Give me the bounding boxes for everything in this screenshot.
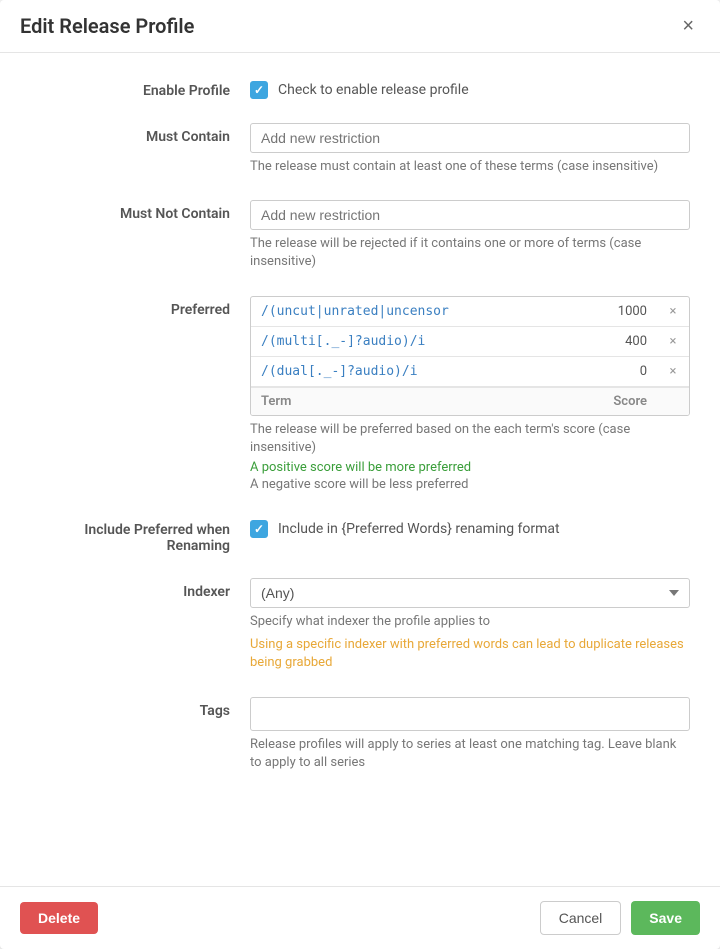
include-preferred-hint: Include in {Preferred Words} renaming fo… <box>278 521 560 537</box>
preferred-row-2: /(multi[._-]?audio)/i 400 × <box>251 327 689 357</box>
tags-control: Release profiles will apply to series at… <box>250 697 690 772</box>
include-preferred-control: Include in {Preferred Words} renaming fo… <box>250 516 690 538</box>
must-contain-hint: The release must contain at least one of… <box>250 158 690 176</box>
preferred-row-3: /(dual[._-]?audio)/i 0 × <box>251 357 689 387</box>
edit-release-profile-modal: Edit Release Profile × Enable Profile Ch… <box>0 0 720 949</box>
preferred-score-1: 1000 <box>577 297 657 326</box>
preferred-table: /(uncut|unrated|uncensor 1000 × /(multi[… <box>250 296 690 416</box>
tags-label: Tags <box>30 697 250 719</box>
preferred-hint-main: The release will be preferred based on t… <box>250 421 690 457</box>
preferred-score-2: 400 <box>577 327 657 356</box>
preferred-label: Preferred <box>30 296 250 318</box>
include-preferred-row: Include Preferred when Renaming Include … <box>30 516 690 554</box>
enable-profile-row: Enable Profile Check to enable release p… <box>30 77 690 99</box>
preferred-delete-1[interactable]: × <box>657 297 689 326</box>
preferred-header: Term Score <box>251 387 689 415</box>
preferred-row: Preferred /(uncut|unrated|uncensor 1000 … <box>30 296 690 492</box>
include-preferred-label: Include Preferred when Renaming <box>30 516 250 554</box>
close-button[interactable]: × <box>676 14 700 38</box>
indexer-control: (Any) Specify what indexer the profile a… <box>250 578 690 673</box>
modal-title: Edit Release Profile <box>20 14 194 38</box>
preferred-delete-2[interactable]: × <box>657 327 689 356</box>
must-not-contain-input[interactable] <box>250 200 690 230</box>
indexer-warning: Using a specific indexer with preferred … <box>250 636 690 672</box>
modal-header: Edit Release Profile × <box>0 0 720 53</box>
enable-profile-checkbox-row: Check to enable release profile <box>250 77 690 99</box>
preferred-delete-3[interactable]: × <box>657 357 689 386</box>
preferred-term-2: /(multi[._-]?audio)/i <box>251 327 577 356</box>
preferred-row-1: /(uncut|unrated|uncensor 1000 × <box>251 297 689 327</box>
indexer-label: Indexer <box>30 578 250 600</box>
preferred-score-3: 0 <box>577 357 657 386</box>
preferred-col-score: Score <box>577 388 657 415</box>
must-not-contain-control: The release will be rejected if it conta… <box>250 200 690 271</box>
preferred-hint-positive: A positive score will be more preferred <box>250 460 690 475</box>
delete-button[interactable]: Delete <box>20 902 98 934</box>
cancel-button[interactable]: Cancel <box>540 901 622 935</box>
save-button[interactable]: Save <box>631 901 700 935</box>
preferred-control: /(uncut|unrated|uncensor 1000 × /(multi[… <box>250 296 690 492</box>
tags-input[interactable] <box>250 697 690 731</box>
footer-right: Cancel Save <box>540 901 700 935</box>
must-contain-input[interactable] <box>250 123 690 153</box>
include-preferred-checkbox[interactable] <box>250 520 268 538</box>
tags-hint: Release profiles will apply to series at… <box>250 736 690 772</box>
preferred-term-1: /(uncut|unrated|uncensor <box>251 297 577 326</box>
preferred-col-term: Term <box>251 388 577 415</box>
enable-profile-control: Check to enable release profile <box>250 77 690 99</box>
tags-row: Tags Release profiles will apply to seri… <box>30 697 690 772</box>
indexer-row: Indexer (Any) Specify what indexer the p… <box>30 578 690 673</box>
include-preferred-checkbox-row: Include in {Preferred Words} renaming fo… <box>250 516 690 538</box>
must-not-contain-hint: The release will be rejected if it conta… <box>250 235 690 271</box>
must-contain-control: The release must contain at least one of… <box>250 123 690 176</box>
enable-profile-label: Enable Profile <box>30 77 250 99</box>
must-contain-label: Must Contain <box>30 123 250 145</box>
must-contain-row: Must Contain The release must contain at… <box>30 123 690 176</box>
must-not-contain-label: Must Not Contain <box>30 200 250 222</box>
indexer-hint: Specify what indexer the profile applies… <box>250 613 690 631</box>
modal-body: Enable Profile Check to enable release p… <box>0 53 720 886</box>
indexer-select[interactable]: (Any) <box>250 578 690 608</box>
must-not-contain-row: Must Not Contain The release will be rej… <box>30 200 690 271</box>
modal-footer: Delete Cancel Save <box>0 886 720 949</box>
enable-profile-hint: Check to enable release profile <box>278 82 469 98</box>
enable-profile-checkbox[interactable] <box>250 81 268 99</box>
preferred-term-3: /(dual[._-]?audio)/i <box>251 357 577 386</box>
preferred-hint-negative: A negative score will be less preferred <box>250 477 690 492</box>
